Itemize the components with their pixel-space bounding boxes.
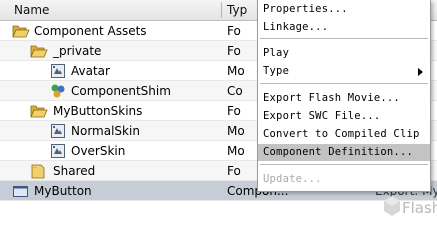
menu-item-export-swc-file[interactable]: Export SWC File...: [258, 108, 430, 125]
item-label: MyButtonSkins: [53, 104, 143, 118]
name-column-header[interactable]: Name: [14, 3, 49, 17]
menu-item-label: Convert to Compiled Clip: [263, 128, 420, 140]
menu-divider: [260, 83, 428, 84]
watermark-text: Flash8: [402, 199, 437, 217]
menu-item-label: Properties...: [263, 3, 348, 15]
column-divider[interactable]: [221, 2, 222, 18]
context-menu: Properties... Linkage... Play Type Expor…: [257, 0, 431, 192]
menu-item-component-definition[interactable]: Component Definition...: [258, 144, 430, 161]
item-type: Fo: [227, 24, 241, 38]
folder-open-icon: [12, 23, 30, 39]
component-icon: [50, 83, 66, 99]
menu-item-label: Type: [263, 65, 290, 77]
item-label: OverSkin: [71, 144, 126, 158]
item-type: Mo: [227, 144, 245, 158]
movieclip-symbol-icon: [12, 183, 28, 199]
menu-item-label: Export Flash Movie...: [263, 92, 400, 104]
item-label: Shared: [53, 164, 96, 178]
item-label: _private: [53, 44, 102, 58]
folder-open-icon: [30, 43, 48, 59]
menu-item-export-flash-movie[interactable]: Export Flash Movie...: [258, 90, 430, 107]
menu-divider: [260, 164, 428, 165]
item-label: NormalSkin: [71, 124, 140, 138]
menu-item-properties[interactable]: Properties...: [258, 1, 430, 18]
type-column-header[interactable]: Typ: [227, 3, 247, 17]
movieclip-symbol-icon: [50, 143, 66, 159]
folder-closed-icon: [30, 163, 46, 179]
submenu-arrow-icon: [418, 68, 423, 76]
menu-item-update: Update...: [258, 171, 430, 188]
menu-item-linkage[interactable]: Linkage...: [258, 19, 430, 36]
item-type: Fo: [227, 44, 241, 58]
item-type: Mo: [227, 124, 245, 138]
menu-divider: [260, 38, 428, 39]
menu-item-type[interactable]: Type: [258, 63, 430, 80]
item-label: MyButton: [34, 184, 92, 198]
item-label: Avatar: [71, 64, 110, 78]
menu-item-label: Update...: [263, 173, 322, 185]
menu-item-convert-to-compiled-clip[interactable]: Convert to Compiled Clip: [258, 126, 430, 143]
item-type: Mo: [227, 64, 245, 78]
flash-logo-icon: [382, 195, 402, 220]
item-type: Co: [227, 84, 243, 98]
item-type: Fo: [227, 164, 241, 178]
menu-item-label: Linkage...: [263, 21, 329, 33]
movieclip-symbol-icon: [50, 123, 66, 139]
menu-item-label: Export SWC File...: [263, 110, 381, 122]
folder-open-icon: [30, 103, 48, 119]
item-type: Fo: [227, 104, 241, 118]
menu-item-play[interactable]: Play: [258, 45, 430, 62]
item-label: ComponentShim: [71, 84, 171, 98]
movieclip-symbol-icon: [50, 63, 66, 79]
menu-item-label: Component Definition...: [263, 146, 413, 158]
menu-item-label: Play: [263, 47, 290, 59]
item-label: Component Assets: [34, 24, 147, 38]
